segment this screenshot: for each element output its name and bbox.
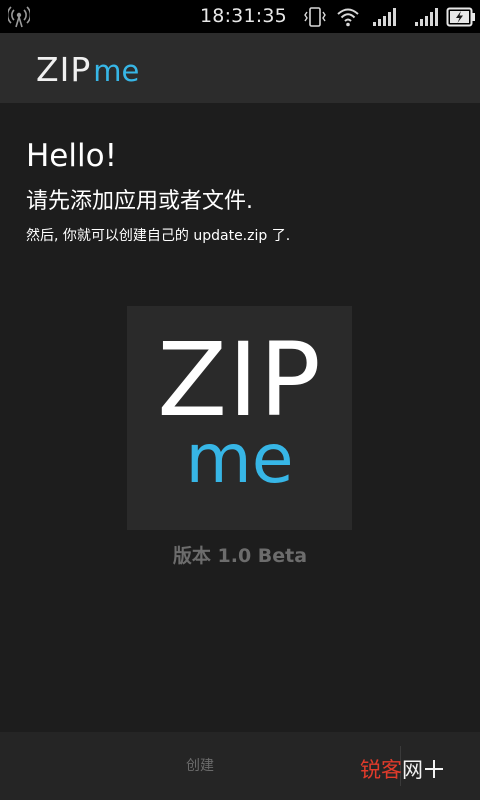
battery-charging-icon bbox=[446, 7, 475, 27]
status-bar: 18:31:35 bbox=[0, 0, 480, 33]
watermark-text-red: 锐客 bbox=[360, 758, 402, 782]
logo-me-text: me bbox=[93, 54, 140, 88]
antenna-icon bbox=[8, 6, 30, 28]
logo-tile-me-text: me bbox=[185, 420, 294, 499]
create-button[interactable]: 创建 bbox=[0, 732, 400, 800]
signal-icon bbox=[373, 8, 396, 26]
hello-heading: Hello! bbox=[26, 138, 118, 174]
plus-icon bbox=[425, 760, 443, 778]
site-watermark: 锐客网 bbox=[360, 754, 444, 784]
signal-icon bbox=[415, 8, 438, 26]
app-screen: 18:31:35 ZIPme Hello! 请先添加应用或者文件. 然后, 你就… bbox=[0, 0, 480, 800]
action-bar: ZIPme bbox=[0, 33, 480, 103]
app-logo: ZIPme bbox=[36, 50, 139, 90]
add-files-prompt: 请先添加应用或者文件. bbox=[26, 189, 253, 214]
vibrate-icon bbox=[304, 7, 326, 27]
zipme-logo-tile: ZIP me bbox=[127, 306, 352, 530]
status-time: 18:31:35 bbox=[200, 5, 287, 27]
logo-zip-text: ZIP bbox=[36, 50, 92, 89]
version-label: 版本 1.0 Beta bbox=[172, 545, 308, 567]
wifi-icon bbox=[337, 8, 359, 27]
create-update-note: 然后, 你就可以创建自己的 update.zip 了. bbox=[26, 228, 291, 244]
watermark-text-white: 网 bbox=[402, 758, 423, 782]
